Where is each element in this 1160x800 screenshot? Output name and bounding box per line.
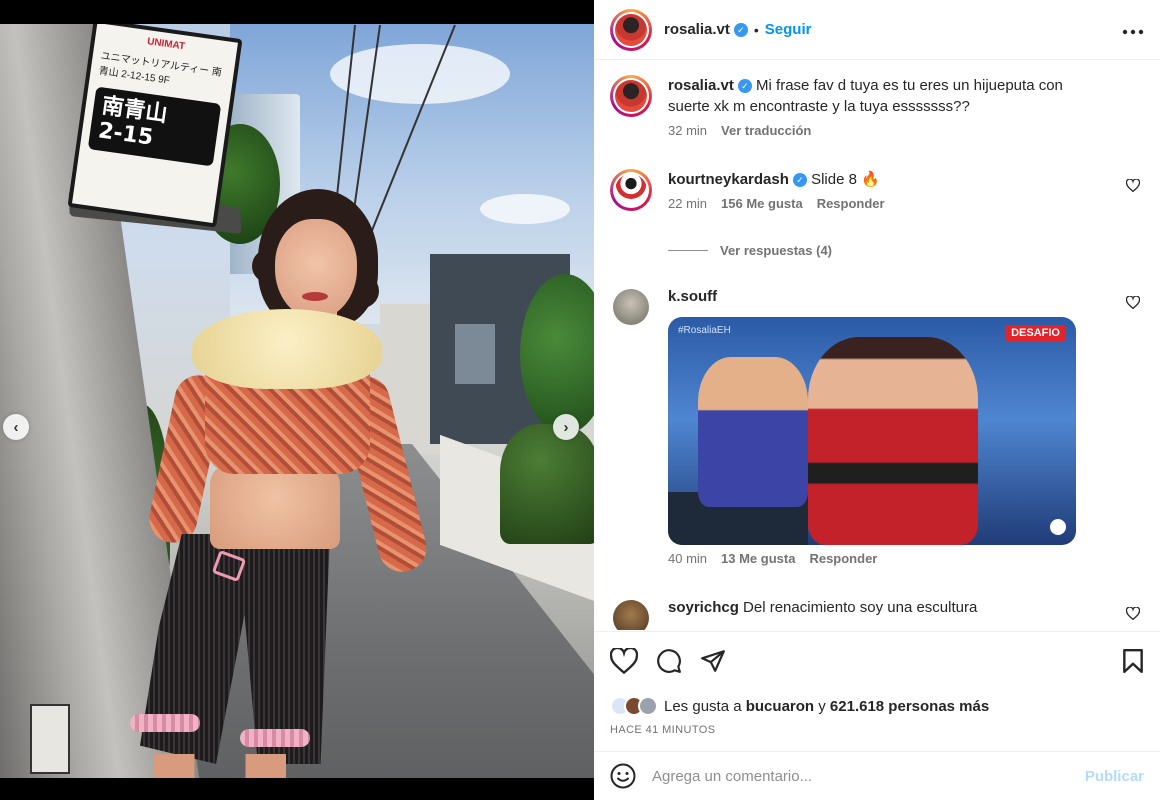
comment-meta: 22 min 156 Me gusta Responder bbox=[668, 196, 1146, 211]
carousel-prev-button[interactable]: ‹ bbox=[3, 414, 29, 440]
share-send-icon[interactable] bbox=[700, 649, 726, 673]
avatar-image bbox=[613, 289, 649, 325]
person-torso bbox=[210, 464, 340, 549]
comment-meta: 32 min Ver traducción bbox=[668, 123, 1146, 138]
comment-body: rosalia.vt ✓ Mi frase fav d tuya es tu er… bbox=[668, 75, 1146, 117]
verified-icon: ✓ bbox=[737, 79, 752, 94]
add-comment-bar: Publicar bbox=[594, 751, 1160, 800]
cloud bbox=[480, 194, 570, 224]
comments-list[interactable]: rosalia.vt ✓ Mi frase fav d tuya es tu er… bbox=[594, 61, 1160, 630]
fur-collar bbox=[192, 309, 382, 389]
comment-likes[interactable]: 13 Me gusta bbox=[721, 551, 795, 566]
like-heart-icon[interactable] bbox=[610, 648, 638, 674]
letterbox-bottom bbox=[0, 778, 594, 800]
comment-username[interactable]: rosalia.vt bbox=[668, 77, 734, 94]
translate-button[interactable]: Ver traducción bbox=[721, 123, 811, 138]
post-actions: Les gusta a bucuaron y 621.618 personas … bbox=[594, 631, 1160, 751]
liker-avatar bbox=[638, 696, 658, 716]
comment-bubble-icon[interactable] bbox=[656, 648, 682, 674]
likes-connector: y bbox=[818, 697, 826, 715]
author-username[interactable]: rosalia.vt bbox=[664, 21, 730, 38]
hedge bbox=[500, 424, 594, 544]
comment-caption: rosalia.vt ✓ Mi frase fav d tuya es tu er… bbox=[610, 75, 1146, 138]
author-avatar[interactable] bbox=[610, 8, 652, 51]
comment-username[interactable]: k.souff bbox=[668, 288, 717, 305]
post-header: rosalia.vt ✓ • Seguir bbox=[594, 0, 1160, 60]
comment-time[interactable]: 32 min bbox=[668, 123, 707, 138]
view-replies-button[interactable]: Ver respuestas (4) bbox=[668, 243, 832, 258]
likes-others-link[interactable]: 621.618 personas más bbox=[830, 698, 989, 715]
person-lips bbox=[302, 292, 328, 301]
comment-meta: 40 min 13 Me gusta Responder bbox=[668, 551, 1146, 566]
liker-avatars[interactable] bbox=[610, 696, 658, 716]
more-options-icon[interactable] bbox=[1122, 18, 1144, 41]
save-bookmark-icon[interactable] bbox=[1122, 648, 1144, 674]
comment-like-heart-icon[interactable] bbox=[1125, 606, 1141, 623]
comment-like-heart-icon[interactable] bbox=[1125, 295, 1141, 312]
pole-sticker bbox=[30, 704, 70, 774]
comment-avatar[interactable] bbox=[610, 286, 652, 328]
comment-username[interactable]: soyrichcg bbox=[668, 599, 739, 616]
post-side-panel: rosalia.vt ✓ • Seguir rosalia.vt ✓ Mi fra… bbox=[594, 0, 1160, 800]
avatar-image bbox=[615, 13, 647, 46]
comment: soyrichcg Del renacimiento soy una escul… bbox=[610, 597, 1146, 630]
comment-body: soyrichcg Del renacimiento soy una escul… bbox=[668, 597, 1146, 618]
post-timestamp[interactable]: HACE 41 MINUTOS bbox=[610, 724, 715, 736]
person-legs bbox=[140, 754, 310, 778]
likes-summary: Les gusta a bucuaron y 621.618 personas … bbox=[610, 696, 989, 716]
comment-text: Del renacimiento soy una escultura bbox=[743, 599, 978, 616]
comment-time[interactable]: 22 min bbox=[668, 196, 707, 211]
post-media[interactable]: UNIMAT ユニマットリアルティー 南青山 2-12-15 9F 南青山 2-… bbox=[0, 24, 594, 778]
likes-prefix: Les gusta a bbox=[664, 697, 742, 715]
comment-like-heart-icon[interactable] bbox=[1125, 178, 1141, 195]
letterbox-top bbox=[0, 0, 594, 24]
publish-button[interactable]: Publicar bbox=[1085, 768, 1144, 785]
avatar-image bbox=[613, 600, 649, 630]
comment-body: k.souff bbox=[668, 286, 1146, 307]
comment-text: Slide 8 🔥 bbox=[811, 171, 880, 188]
separator-dot: • bbox=[753, 21, 759, 38]
pants-ruffle bbox=[240, 729, 310, 747]
comment: kourtneykardash ✓ Slide 8 🔥 22 min 156 Me… bbox=[610, 169, 1146, 211]
comment-avatar[interactable] bbox=[610, 75, 652, 117]
avatar-image bbox=[615, 80, 647, 112]
reply-button[interactable]: Responder bbox=[809, 551, 877, 566]
emoji-icon[interactable] bbox=[610, 763, 636, 789]
view-replies-label: Ver respuestas (4) bbox=[720, 243, 833, 258]
post-viewer: UNIMAT ユニマットリアルティー 南青山 2-12-15 9F 南青山 2-… bbox=[0, 0, 1160, 800]
verified-icon: ✓ bbox=[792, 173, 807, 188]
building bbox=[455, 324, 495, 384]
comment-avatar[interactable] bbox=[610, 169, 652, 211]
comment-likes[interactable]: 156 Me gusta bbox=[721, 196, 803, 211]
action-icons bbox=[610, 648, 726, 674]
comment-gif[interactable]: #RosaliaEH DESAFIO bbox=[668, 317, 1076, 545]
gif-badge: DESAFIO bbox=[1005, 325, 1066, 341]
address-sign: UNIMAT ユニマットリアルティー 南青山 2-12-15 9F 南青山 2-… bbox=[67, 24, 243, 228]
gif-hashtag: #RosaliaEH bbox=[678, 325, 731, 336]
sign-address: 南青山 2-15 bbox=[87, 86, 222, 167]
person-face bbox=[275, 219, 357, 319]
gif-person bbox=[808, 337, 978, 545]
comment: k.souff #RosaliaEH DESAFIO 40 min 13 Me … bbox=[610, 286, 1146, 566]
replies-line bbox=[668, 250, 708, 251]
liker-username[interactable]: bucuaron bbox=[746, 698, 814, 715]
reply-button[interactable]: Responder bbox=[817, 196, 885, 211]
cloud bbox=[330, 44, 510, 104]
comment-body: kourtneykardash ✓ Slide 8 🔥 bbox=[668, 169, 1146, 190]
carousel-next-button[interactable]: › bbox=[553, 414, 579, 440]
channel-logo-icon bbox=[1050, 519, 1066, 535]
comment-avatar[interactable] bbox=[610, 597, 652, 630]
pants-ruffle bbox=[130, 714, 200, 732]
avatar-image bbox=[615, 174, 647, 206]
comment-input[interactable] bbox=[652, 767, 1085, 785]
follow-button[interactable]: Seguir bbox=[765, 21, 812, 38]
gif-person bbox=[698, 357, 808, 507]
comment-username[interactable]: kourtneykardash bbox=[668, 171, 789, 188]
comment-time[interactable]: 40 min bbox=[668, 551, 707, 566]
verified-icon: ✓ bbox=[733, 22, 748, 37]
